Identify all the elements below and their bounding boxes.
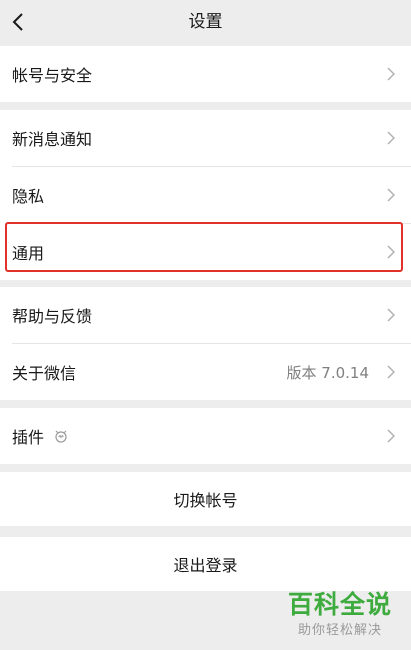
row-account-security[interactable]: 帐号与安全 (0, 46, 411, 102)
watermark-logo: 百科全说 助你轻松解决 (280, 588, 400, 648)
account-group: 帐号与安全 (0, 46, 411, 102)
chevron-right-icon (387, 131, 395, 145)
nav-bar: 设置 (0, 0, 411, 44)
row-label: 帮助与反馈 (12, 307, 93, 326)
plugin-group: 插件 (0, 408, 411, 464)
version-text: 版本 7.0.14 (286, 363, 369, 382)
switch-account-group: 切换帐号 (0, 472, 411, 526)
row-about-wechat[interactable]: 关于微信 版本 7.0.14 (0, 344, 411, 400)
notification-group: 新消息通知 隐私 通用 (0, 110, 411, 280)
row-help-feedback[interactable]: 帮助与反馈 (0, 287, 411, 343)
chevron-right-icon (387, 245, 395, 259)
chevron-right-icon (387, 67, 395, 81)
row-plugins[interactable]: 插件 (0, 408, 411, 464)
row-label: 关于微信 (12, 364, 77, 383)
row-label: 隐私 (12, 187, 45, 206)
row-label: 新消息通知 (12, 130, 93, 149)
switch-account-button[interactable]: 切换帐号 (0, 472, 411, 526)
page-title: 设置 (188, 12, 223, 32)
row-privacy[interactable]: 隐私 (0, 167, 411, 223)
row-label: 通用 (12, 244, 45, 263)
chevron-right-icon (387, 365, 395, 379)
row-general[interactable]: 通用 (0, 224, 411, 280)
plugin-icon (55, 430, 67, 443)
chevron-right-icon (387, 429, 395, 443)
row-new-message-notification[interactable]: 新消息通知 (0, 110, 411, 166)
row-label: 帐号与安全 (12, 66, 93, 85)
logout-button[interactable]: 退出登录 (0, 537, 411, 591)
row-label: 插件 (12, 428, 45, 447)
logout-group: 退出登录 (0, 537, 411, 591)
watermark-subtitle: 助你轻松解决 (297, 623, 382, 638)
help-group: 帮助与反馈 关于微信 版本 7.0.14 (0, 287, 411, 400)
watermark-title: 百科全说 (287, 590, 392, 619)
chevron-right-icon (387, 308, 395, 322)
chevron-right-icon (387, 188, 395, 202)
